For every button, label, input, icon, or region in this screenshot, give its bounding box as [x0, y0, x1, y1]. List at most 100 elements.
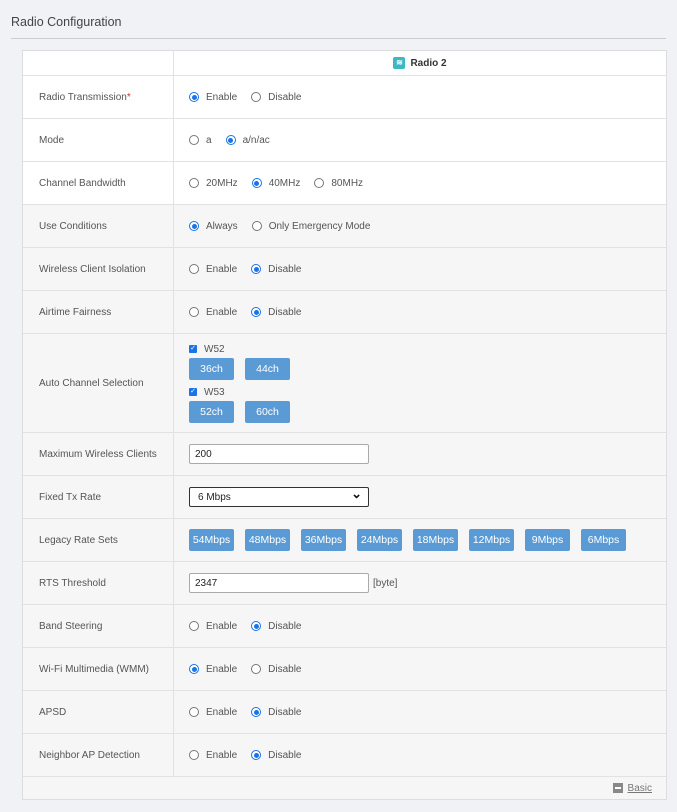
option-label: Disable	[268, 91, 302, 103]
rts-threshold-input[interactable]: 2347	[189, 573, 369, 593]
rate-button-48mbps[interactable]: 48Mbps	[245, 529, 290, 551]
radio-button[interactable]	[189, 707, 199, 717]
radio-button[interactable]	[251, 92, 262, 102]
radio-button[interactable]	[189, 621, 199, 631]
radio-button[interactable]	[251, 664, 262, 674]
channel-group-w52[interactable]: ✓ W52	[189, 344, 225, 355]
row-use-conditions: Use Conditions Always Only Emergency Mode	[23, 205, 666, 248]
radio-option-disable[interactable]: Disable	[251, 707, 302, 718]
radio-button[interactable]	[189, 221, 199, 231]
radio-option-enable[interactable]: Enable	[189, 307, 237, 318]
radio-option-disable[interactable]: Disable	[251, 263, 302, 275]
maximum-wireless-clients-input[interactable]: 200	[189, 444, 369, 464]
radio-option-disable[interactable]: Disable	[251, 664, 302, 675]
row-label: Channel Bandwidth	[23, 162, 174, 204]
radio-button[interactable]	[189, 664, 199, 674]
option-label: Enable	[206, 263, 238, 275]
radio-option-disable[interactable]: Disable	[251, 306, 302, 318]
radio-option-80mhz[interactable]: 80MHz	[314, 178, 363, 189]
radio-option-40mhz[interactable]: 40MHz	[251, 178, 300, 189]
channel-button-36ch[interactable]: 36ch	[189, 357, 234, 380]
radio-option-a[interactable]: a	[189, 135, 212, 146]
rate-button-18mbps[interactable]: 18Mbps	[413, 529, 458, 551]
rate-button-9mbps[interactable]: 9Mbps	[525, 529, 570, 551]
radio-button[interactable]	[251, 621, 262, 631]
row-label: Maximum Wireless Clients	[23, 433, 174, 475]
rate-button-6mbps[interactable]: 6Mbps	[581, 529, 626, 551]
option-label: Enable	[206, 620, 238, 632]
row-label: APSD	[23, 691, 174, 733]
radio-option-disable[interactable]: Disable	[251, 91, 302, 103]
radio-option-disable[interactable]: Disable	[251, 621, 302, 632]
row-value: 20MHz 40MHz 80MHz	[174, 162, 666, 204]
rate-button-54mbps[interactable]: 54Mbps	[189, 529, 234, 551]
row-label: Wi-Fi Multimedia (WMM)	[23, 648, 174, 690]
row-value: Enable Disable	[174, 248, 666, 290]
option-label: a	[206, 134, 212, 146]
radio-button[interactable]	[189, 307, 199, 317]
checkbox[interactable]: ✓	[189, 388, 197, 396]
radio-button[interactable]	[251, 707, 262, 717]
row-channel-bandwidth: Channel Bandwidth 20MHz 40MHz 80MHz	[23, 162, 666, 205]
channel-group-w53[interactable]: ✓ W53	[189, 387, 225, 398]
radio-button[interactable]	[189, 750, 199, 760]
radio-option-only-emergency-mode[interactable]: Only Emergency Mode	[251, 221, 370, 232]
rts-threshold-label: RTS Threshold	[39, 577, 106, 589]
option-label: Enable	[206, 706, 238, 718]
radio-button[interactable]	[314, 178, 325, 188]
radio-option-20mhz[interactable]: 20MHz	[189, 178, 238, 189]
chevron-down-icon: ⌄	[351, 486, 362, 501]
radio-button[interactable]	[251, 307, 262, 317]
rate-button-36mbps[interactable]: 36Mbps	[301, 529, 346, 551]
radio-option-disable[interactable]: Disable	[251, 750, 302, 761]
checkbox[interactable]: ✓	[189, 345, 197, 353]
row-maximum-wireless-clients: Maximum Wireless Clients 200	[23, 433, 666, 476]
row-rts-threshold: RTS Threshold 2347 [byte]	[23, 562, 666, 605]
radio-button[interactable]	[251, 750, 262, 760]
radio-option-always[interactable]: Always	[189, 221, 238, 232]
radio-button[interactable]	[189, 264, 199, 274]
channel-buttons: 36ch 44ch	[189, 357, 301, 380]
header-radio: ≋ Radio 2	[174, 51, 666, 75]
wifi-icon: ≋	[393, 57, 406, 69]
radio-option-enable[interactable]: Enable	[189, 707, 237, 718]
radio-button[interactable]	[189, 135, 199, 145]
radio-button[interactable]	[251, 178, 262, 188]
row-value: Always Only Emergency Mode	[174, 205, 666, 247]
row-value: Enable Disable	[174, 76, 666, 118]
radio-option-enable[interactable]: Enable	[189, 621, 237, 632]
row-mode: Mode a a/n/ac	[23, 119, 666, 162]
option-label: Disable	[268, 306, 302, 318]
option-label: 80MHz	[331, 177, 364, 189]
fixed-tx-rate-select[interactable]: 6 Mbps ⌄	[189, 486, 369, 507]
rate-button-24mbps[interactable]: 24Mbps	[357, 529, 402, 551]
channel-button-60ch[interactable]: 60ch	[245, 400, 290, 423]
channel-button-44ch[interactable]: 44ch	[245, 357, 290, 380]
radio-transmission-label: Radio Transmission	[39, 91, 127, 103]
radio-button[interactable]	[189, 92, 199, 102]
basic-link[interactable]: Basic	[628, 783, 652, 794]
radio-option-a-n-ac[interactable]: a/n/ac	[225, 135, 270, 146]
radio-option-enable[interactable]: Enable	[189, 264, 237, 275]
row-wireless-client-isolation: Wireless Client Isolation Enable Disable	[23, 248, 666, 291]
rate-button-12mbps[interactable]: 12Mbps	[469, 529, 514, 551]
row-value: Enable Disable	[174, 605, 666, 647]
row-label: Mode	[23, 119, 174, 161]
row-value: Enable Disable	[174, 691, 666, 733]
collapse-icon[interactable]	[612, 783, 623, 793]
fixed-tx-rate-label: Fixed Tx Rate	[39, 491, 102, 503]
radio-name: Radio 2	[410, 57, 447, 69]
radio-option-enable[interactable]: Enable	[189, 92, 237, 103]
row-label: Radio Transmission *	[23, 76, 174, 118]
radio-option-enable[interactable]: Enable	[189, 750, 237, 761]
option-label: Disable	[268, 263, 302, 275]
radio-button[interactable]	[251, 221, 262, 231]
radio-button[interactable]	[225, 135, 236, 145]
channel-bandwidth-label: Channel Bandwidth	[39, 177, 126, 189]
channel-button-52ch[interactable]: 52ch	[189, 400, 234, 423]
row-value: ✓ W52 36ch 44ch ✓ W53 52ch 60ch	[174, 334, 666, 432]
required-marker: *	[126, 91, 131, 103]
radio-button[interactable]	[189, 178, 199, 188]
radio-option-enable[interactable]: Enable	[189, 664, 237, 675]
radio-button[interactable]	[251, 264, 262, 274]
